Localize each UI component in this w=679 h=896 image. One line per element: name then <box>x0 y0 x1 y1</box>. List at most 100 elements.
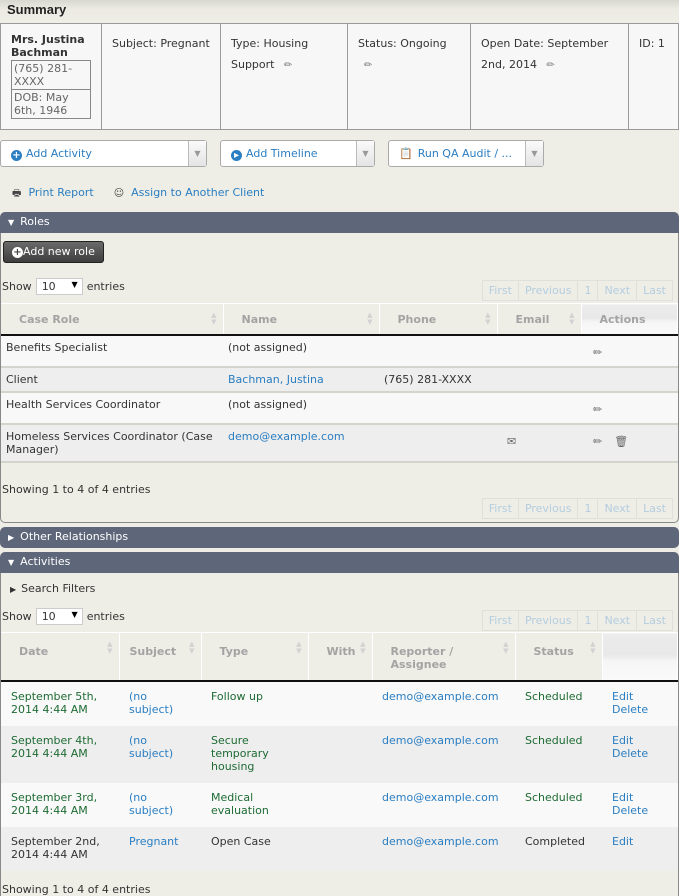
add-activity-button[interactable]: + Add Activity <box>1 141 188 166</box>
reporter-link[interactable]: demo@example.com <box>382 734 499 747</box>
add-timeline-dropdown: ▸ Add Timeline ▼ <box>220 140 375 167</box>
sort-icon: ▲ ▼ <box>503 640 509 655</box>
column-type[interactable]: Type ▲ ▼ <box>201 632 309 681</box>
edit-link[interactable]: Edit <box>612 835 633 848</box>
pager-previous[interactable]: Previous <box>519 281 579 300</box>
email-cell <box>497 334 581 367</box>
subject-link[interactable]: Pregnant <box>129 835 178 848</box>
pager-page-1[interactable]: 1 <box>578 281 599 300</box>
reporter-link[interactable]: demo@example.com <box>382 791 499 804</box>
add-new-role-label: Add new role <box>23 245 95 258</box>
pager-next[interactable]: Next <box>598 281 638 300</box>
date-cell: September 3rd, 2014 4:44 AM <box>1 782 119 827</box>
reporter-link[interactable]: demo@example.com <box>382 835 499 848</box>
roles-length-control: Show 10 ▼ entries <box>2 278 125 295</box>
caret-right-icon: ▶ <box>10 585 17 594</box>
assign-client-link[interactable]: ☺ Assign to Another Client <box>114 186 265 203</box>
column-date[interactable]: Date ▲ ▼ <box>1 632 120 681</box>
reporter-link[interactable]: demo@example.com <box>382 690 499 703</box>
column-subject[interactable]: Subject ▲ ▼ <box>119 632 202 681</box>
pager-last[interactable]: Last <box>637 611 672 630</box>
trash-icon[interactable]: 🗑 <box>614 435 628 448</box>
name-cell: (not assigned) <box>223 334 379 367</box>
plus-circle-icon: + <box>11 150 22 161</box>
edit-pencil-icon[interactable]: ✏ <box>593 435 602 448</box>
date-cell: September 2nd, 2014 4:44 AM <box>1 826 119 871</box>
roles-section-header[interactable]: ▼ Roles <box>0 212 679 233</box>
envelope-icon[interactable]: ✉ <box>507 435 516 448</box>
table-row: Benefits Specialist (not assigned) ✏ <box>1 334 678 367</box>
pager-first[interactable]: First <box>483 499 519 518</box>
column-with[interactable]: With ▲ ▼ <box>308 632 373 681</box>
status-cell: Scheduled <box>515 680 602 726</box>
pager-next[interactable]: Next <box>598 611 638 630</box>
print-report-link[interactable]: 🖶 Print Report <box>12 186 94 203</box>
edit-link[interactable]: Edit <box>612 690 633 703</box>
other-relationships-title: Other Relationships <box>20 530 129 543</box>
add-timeline-button[interactable]: ▸ Add Timeline <box>221 141 356 166</box>
phone-cell <box>379 391 497 424</box>
activities-section-header[interactable]: ▼ Activities <box>0 552 679 573</box>
summary-title: Summary <box>0 0 679 23</box>
pager-last[interactable]: Last <box>637 281 672 300</box>
actions-cell <box>581 366 678 392</box>
pager-page-1[interactable]: 1 <box>578 611 599 630</box>
roles-page-size-select[interactable]: 10 ▼ <box>35 278 83 295</box>
add-new-role-button[interactable]: +Add new role <box>3 241 104 263</box>
delete-link[interactable]: Delete <box>612 747 648 760</box>
edit-open-date-icon[interactable]: ✏ <box>546 55 554 76</box>
email-cell <box>497 391 581 424</box>
column-reporter[interactable]: Reporter / Assignee ▲ ▼ <box>372 632 516 681</box>
entries-label: entries <box>86 280 125 293</box>
pager-first[interactable]: First <box>483 611 519 630</box>
column-status[interactable]: Status ▲ ▼ <box>515 632 603 681</box>
edit-link[interactable]: Edit <box>612 734 633 747</box>
delete-link[interactable]: Delete <box>612 804 648 817</box>
column-case-role[interactable]: Case Role ▲ ▼ <box>1 303 224 335</box>
role-cell: Homeless Services Coordinator (Case Mana… <box>1 423 223 462</box>
delete-link[interactable]: Delete <box>612 703 648 716</box>
case-manager-email-link[interactable]: demo@example.com <box>228 430 345 443</box>
other-relationships-header[interactable]: ▶ Other Relationships <box>0 527 679 548</box>
caret-down-icon: ▼ <box>8 558 15 567</box>
edit-pencil-icon[interactable]: ✏ <box>593 403 602 416</box>
pager-first[interactable]: First <box>483 281 519 300</box>
subject-cell: Subject: Pregnant <box>102 24 221 129</box>
column-phone[interactable]: Phone ▲ ▼ <box>379 303 498 335</box>
open-date-value: Open Date: September 2nd, 2014 <box>481 37 609 71</box>
printer-icon: 🖶 <box>12 188 22 199</box>
sort-icon: ▲ ▼ <box>107 640 113 655</box>
search-filters-toggle[interactable]: ▶ Search Filters <box>10 582 95 595</box>
table-row: September 2nd, 2014 4:44 AM Pregnant Ope… <box>1 826 678 871</box>
activities-page-size-select[interactable]: 10 ▼ <box>35 608 83 625</box>
email-cell <box>497 366 581 392</box>
sort-icon: ▲ ▼ <box>569 311 575 326</box>
client-name-link[interactable]: Bachman, Justina <box>228 373 324 386</box>
subject-link[interactable]: (no subject) <box>129 690 173 716</box>
subject-link[interactable]: (no subject) <box>129 791 173 817</box>
edit-status-icon[interactable]: ✏ <box>364 55 372 76</box>
chevron-down-icon[interactable]: ▼ <box>356 141 374 166</box>
pager-page-1[interactable]: 1 <box>578 499 599 518</box>
pager-previous[interactable]: Previous <box>519 499 579 518</box>
chevron-down-icon[interactable]: ▼ <box>188 141 206 166</box>
column-email[interactable]: Email ▲ ▼ <box>497 303 582 335</box>
client-name: Mrs. Justina Bachman <box>11 33 85 59</box>
pager-previous[interactable]: Previous <box>519 611 579 630</box>
table-row: September 4th, 2014 4:44 AM (no subject)… <box>1 725 678 783</box>
pager-next[interactable]: Next <box>598 499 638 518</box>
edit-type-icon[interactable]: ✏ <box>284 55 292 76</box>
plus-circle-icon: + <box>12 247 23 258</box>
subject-link[interactable]: (no subject) <box>129 734 173 760</box>
id-cell: ID: 1 <box>629 24 678 129</box>
column-name[interactable]: Name ▲ ▼ <box>223 303 380 335</box>
edit-link[interactable]: Edit <box>612 791 633 804</box>
activities-length-control: Show 10 ▼ entries <box>2 608 125 625</box>
pager-last[interactable]: Last <box>637 499 672 518</box>
run-qa-audit-button[interactable]: 📋 Run QA Audit / ... <box>389 141 525 166</box>
date-cell: September 4th, 2014 4:44 AM <box>1 725 119 783</box>
activities-table-info: Showing 1 to 4 of 4 entries <box>2 883 151 896</box>
edit-pencil-icon[interactable]: ✏ <box>593 346 602 359</box>
chevron-down-icon[interactable]: ▼ <box>525 141 543 166</box>
caret-right-icon: ▶ <box>8 533 15 542</box>
